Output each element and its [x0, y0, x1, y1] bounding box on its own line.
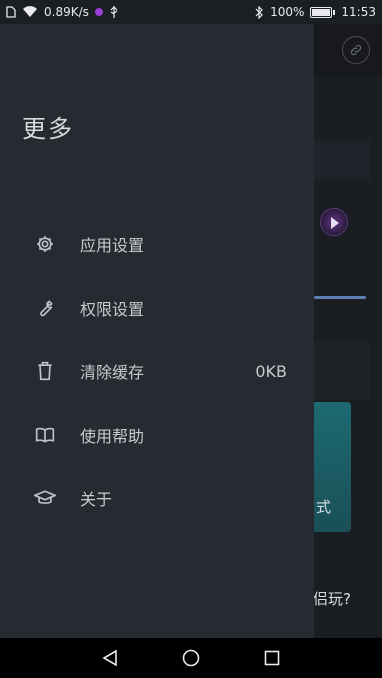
menu-item-help[interactable]: 使用帮助: [0, 411, 314, 459]
bluetooth-icon: [255, 5, 263, 19]
menu-item-label: 关于: [80, 490, 113, 509]
teal-card-text: 式: [316, 498, 332, 516]
status-right: 100% 11:53: [255, 5, 376, 19]
play-icon[interactable]: [320, 208, 348, 236]
home-icon[interactable]: [179, 646, 203, 670]
menu-item-label: 权限设置: [80, 300, 145, 319]
system-navigation-bar: [0, 638, 382, 678]
battery-percent: 100%: [270, 5, 305, 19]
menu-item-label: 应用设置: [80, 236, 145, 255]
cache-size-value: 0KB: [255, 361, 287, 381]
background-partial-text: 侣玩?: [313, 590, 351, 608]
wifi-icon: [23, 6, 37, 18]
menu-item-permission-settings[interactable]: 权限设置: [0, 284, 314, 332]
clock: 11:53: [341, 5, 376, 19]
battery-tip: [333, 9, 336, 15]
menu-item-app-settings[interactable]: 应用设置: [0, 220, 314, 268]
wrench-icon: [34, 297, 56, 319]
status-left: 0.89K/s: [6, 5, 119, 19]
menu-item-clear-cache[interactable]: 清除缓存 0KB: [0, 347, 314, 395]
app-notification-icon: [94, 8, 103, 16]
usb-icon: [110, 6, 118, 18]
graduation-cap-icon: [34, 487, 56, 509]
drawer-title: 更多: [22, 115, 74, 143]
book-icon: [34, 424, 56, 446]
gear-icon: [34, 233, 56, 255]
progress-line: [314, 296, 366, 299]
battery-icon: [310, 6, 333, 18]
recent-apps-icon[interactable]: [260, 646, 284, 670]
status-bar: 0.89K/s 100% 11:53: [0, 0, 382, 24]
menu-item-label: 使用帮助: [80, 427, 145, 446]
link-icon[interactable]: [342, 36, 370, 64]
trash-icon: [34, 360, 56, 382]
menu-item-label: 清除缓存: [80, 363, 145, 382]
navigation-drawer: 更多 应用设置 权限设置 清除缓存 0KB 使用帮助 关于: [0, 24, 314, 638]
net-speed: 0.89K/s: [44, 5, 89, 19]
menu-item-about[interactable]: 关于: [0, 474, 314, 522]
sim-icon: [6, 6, 16, 18]
back-icon[interactable]: [98, 646, 122, 670]
